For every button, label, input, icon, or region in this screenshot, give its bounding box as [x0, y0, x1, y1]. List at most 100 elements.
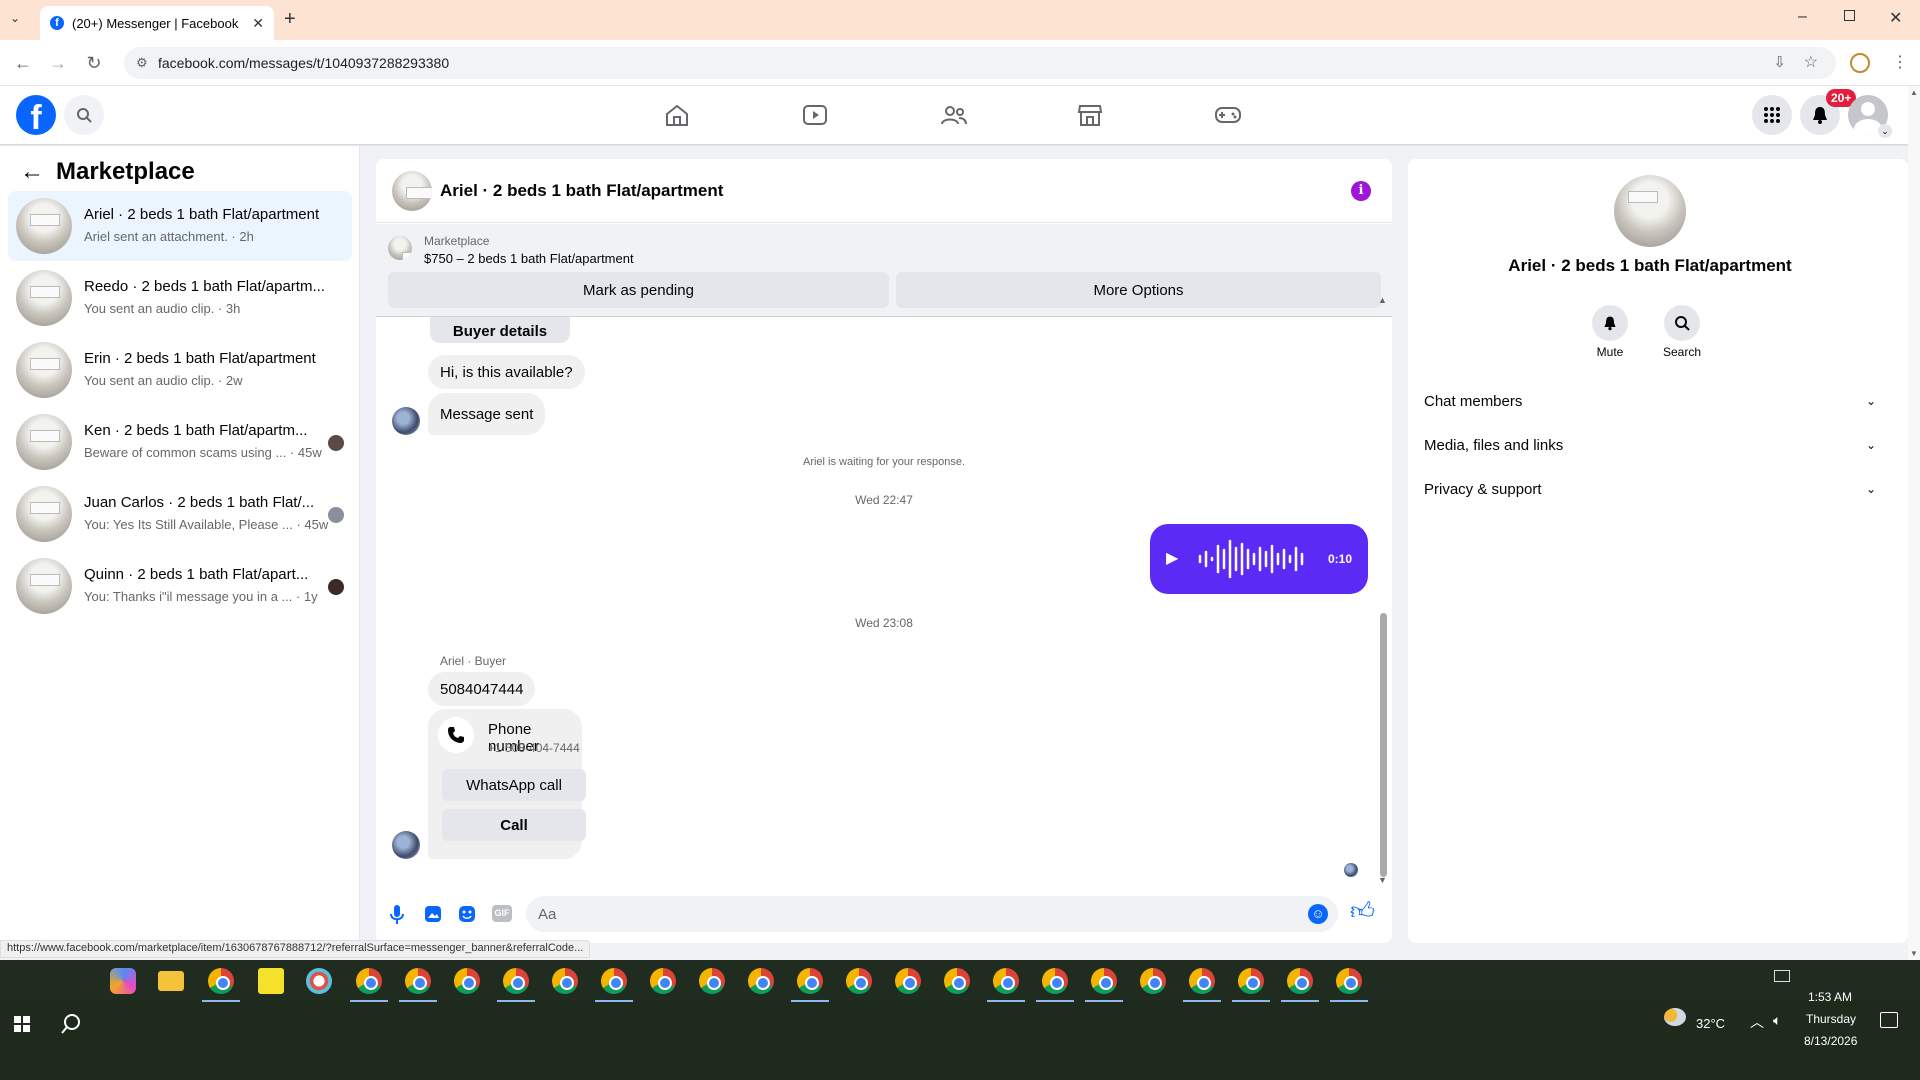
conversation-item[interactable]: Juan Carlos · 2 beds 1 bath Flat/... You… — [8, 479, 352, 549]
minimize-icon[interactable]: – — [1798, 8, 1807, 26]
taskbar-search-icon[interactable] — [60, 1013, 82, 1035]
tab-close-icon[interactable]: ✕ — [252, 15, 264, 32]
back-icon[interactable]: ← — [11, 51, 35, 75]
browser-menu-icon[interactable]: ⋮ — [1892, 52, 1908, 72]
page-scrollbar[interactable]: ▲ ▼ — [1908, 86, 1920, 960]
profile-icon[interactable] — [1850, 53, 1870, 73]
chrome-taskbar-icon[interactable] — [552, 968, 578, 994]
conversation-item[interactable]: Reedo · 2 beds 1 bath Flat/apartm... You… — [8, 263, 352, 333]
chrome-taskbar-icon[interactable] — [1281, 968, 1319, 1002]
chrome-taskbar-icon[interactable] — [1183, 968, 1221, 1002]
media-files-links-section[interactable]: Media, files and links ⌄ — [1424, 423, 1876, 467]
menu-button[interactable] — [1752, 95, 1792, 135]
chrome-taskbar-icon[interactable] — [699, 968, 725, 994]
restore-icon[interactable] — [1844, 10, 1855, 21]
tray-overflow-icon[interactable] — [1774, 970, 1790, 982]
marketplace-nav-icon[interactable] — [1077, 103, 1103, 132]
sticker-icon[interactable] — [458, 905, 476, 923]
conversation-item[interactable]: Ariel · 2 beds 1 bath Flat/apartment Ari… — [8, 191, 352, 261]
chrome-taskbar-icon[interactable] — [1085, 968, 1123, 1002]
browser-tab[interactable]: f (20+) Messenger | Facebook ✕ — [40, 6, 274, 40]
chrome-taskbar-icon[interactable] — [202, 968, 240, 1002]
facebook-logo-icon[interactable]: f — [16, 95, 56, 135]
conversation-item[interactable]: Quinn · 2 beds 1 bath Flat/apart... You:… — [8, 551, 352, 621]
gif-icon[interactable]: GIF — [492, 905, 512, 922]
privacy-support-section[interactable]: Privacy & support ⌄ — [1424, 467, 1876, 511]
page-scroll-down-icon[interactable]: ▼ — [1910, 949, 1918, 958]
info-listing-avatar[interactable] — [1614, 175, 1686, 247]
chrome-taskbar-icon[interactable] — [497, 968, 535, 1002]
chrome-taskbar-icon[interactable] — [1140, 968, 1166, 994]
sender-avatar[interactable] — [392, 831, 420, 859]
chrome-taskbar-icon[interactable] — [650, 968, 676, 994]
sender-avatar[interactable] — [392, 407, 420, 435]
chat-title[interactable]: Ariel · 2 beds 1 bath Flat/apartment — [440, 181, 723, 201]
more-options-button[interactable]: More Options — [896, 272, 1381, 308]
scroll-thumb[interactable] — [1380, 613, 1387, 877]
bookmark-star-icon[interactable]: ☆ — [1804, 52, 1818, 72]
video-nav-icon[interactable] — [802, 103, 828, 132]
clock-date[interactable]: 8/13/2026 — [1804, 1034, 1857, 1048]
close-window-icon[interactable]: ✕ — [1889, 8, 1902, 28]
scroll-down-icon[interactable]: ▼ — [1378, 875, 1387, 885]
conversation-item[interactable]: Erin · 2 beds 1 bath Flat/apartment You … — [8, 335, 352, 405]
buyer-details-button[interactable]: Buyer details — [430, 317, 570, 343]
install-app-icon[interactable]: ⇩ — [1773, 53, 1786, 71]
audio-message[interactable]: ▶ 0:10 — [1150, 524, 1368, 594]
search-button[interactable] — [64, 95, 104, 135]
photo-icon[interactable] — [424, 905, 442, 923]
chrome-taskbar-icon[interactable] — [399, 968, 437, 1002]
chat-members-section[interactable]: Chat members ⌄ — [1424, 379, 1876, 423]
chrome-taskbar-icon[interactable] — [454, 968, 480, 994]
chrome-taskbar-icon[interactable] — [791, 968, 829, 1002]
windows-start-icon[interactable] — [14, 1016, 30, 1032]
copilot-icon[interactable] — [110, 968, 136, 994]
whatsapp-call-button[interactable]: WhatsApp call — [442, 769, 586, 801]
sticky-notes-icon[interactable] — [258, 968, 284, 994]
friends-nav-icon[interactable] — [940, 103, 968, 132]
chrome-taskbar-icon[interactable] — [350, 968, 388, 1002]
chat-header-avatar[interactable] — [392, 171, 432, 211]
mute-button[interactable] — [1592, 305, 1628, 341]
reload-icon[interactable]: ↻ — [82, 51, 106, 75]
conversation-item[interactable]: Ken · 2 beds 1 bath Flat/apartm... Bewar… — [8, 407, 352, 477]
chrome-taskbar-icon[interactable] — [1232, 968, 1270, 1002]
search-in-chat-button[interactable] — [1664, 305, 1700, 341]
clock-day[interactable]: Thursday — [1806, 1012, 1856, 1026]
call-button[interactable]: Call — [442, 809, 586, 841]
scroll-up-icon[interactable]: ▲ — [1378, 295, 1387, 305]
play-icon[interactable]: ▶ — [1166, 548, 1178, 568]
page-scroll-up-icon[interactable]: ▲ — [1910, 88, 1918, 97]
file-explorer-icon[interactable] — [158, 971, 184, 991]
chrome-taskbar-icon[interactable] — [595, 968, 633, 1002]
forward-icon[interactable]: → — [46, 51, 70, 75]
account-chevron-icon[interactable]: ⌄ — [1878, 124, 1892, 138]
tray-chevron-icon[interactable]: ︿ — [1750, 1012, 1764, 1032]
emoji-icon[interactable]: ☺ — [1308, 904, 1328, 924]
chrome-taskbar-icon[interactable] — [895, 968, 921, 994]
info-icon[interactable]: i — [1351, 181, 1371, 201]
clock-time[interactable]: 1:53 AM — [1808, 990, 1852, 1004]
new-tab-icon[interactable]: + — [284, 8, 296, 31]
tab-search-chevron-icon[interactable]: ⌄ — [10, 11, 20, 25]
like-icon[interactable]: 👍︎ — [1350, 898, 1375, 926]
site-info-icon[interactable]: ⚙ — [136, 55, 148, 71]
chrome-taskbar-icon[interactable] — [987, 968, 1025, 1002]
message-input[interactable]: Aa ☺ — [526, 896, 1338, 932]
home-nav-icon[interactable] — [664, 103, 690, 132]
mark-pending-button[interactable]: Mark as pending — [388, 272, 889, 308]
chat-scrollbar[interactable]: ▲ ▼ — [1378, 295, 1388, 885]
paint-icon[interactable] — [306, 968, 332, 994]
volume-icon[interactable]: 🔈︎ — [1773, 1012, 1781, 1029]
microphone-icon[interactable] — [390, 905, 404, 925]
address-bar[interactable]: ⚙ facebook.com/messages/t/10409372882933… — [124, 47, 1836, 79]
weather-temp[interactable]: 32°C — [1696, 1016, 1725, 1031]
chrome-taskbar-icon[interactable] — [1330, 968, 1368, 1002]
gaming-nav-icon[interactable] — [1214, 104, 1242, 131]
back-arrow-icon[interactable]: ← — [20, 158, 44, 186]
chrome-taskbar-icon[interactable] — [846, 968, 872, 994]
chrome-taskbar-icon[interactable] — [748, 968, 774, 994]
marketplace-banner[interactable]: Marketplace $750 – 2 beds 1 bath Flat/ap… — [376, 224, 1392, 317]
chrome-taskbar-icon[interactable] — [944, 968, 970, 994]
notification-center-icon[interactable] — [1880, 1012, 1898, 1028]
